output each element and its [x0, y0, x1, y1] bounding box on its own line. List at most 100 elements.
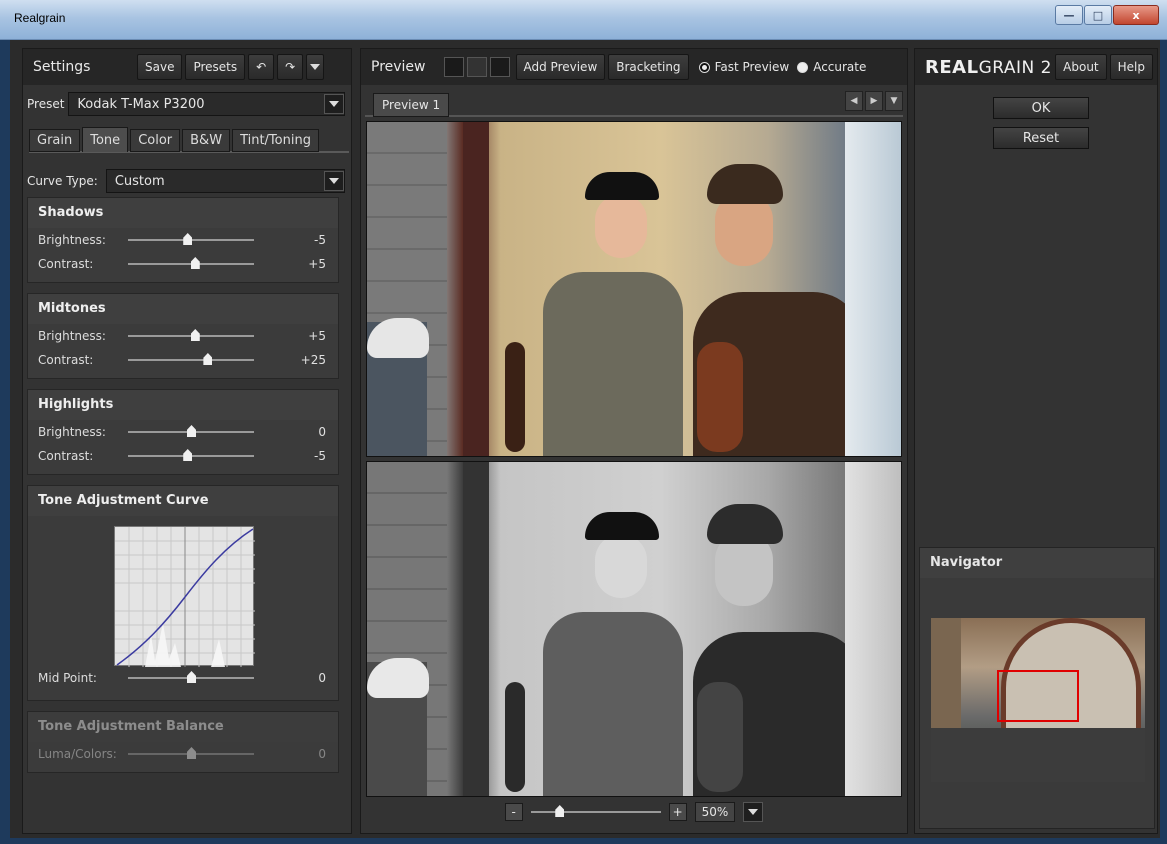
slider-value: +25: [300, 353, 326, 367]
accurate-radio[interactable]: Accurate: [797, 60, 866, 74]
midtones-title: Midtones: [28, 294, 338, 324]
preview-header: Preview Add Preview Bracketing Fast Prev…: [361, 49, 907, 85]
shadows-brightness-row: Brightness: -5: [28, 228, 338, 252]
tab-preview-1[interactable]: Preview 1: [373, 93, 450, 117]
midtones-brightness-slider[interactable]: [128, 329, 254, 341]
chevron-down-icon[interactable]: ▼: [885, 91, 903, 111]
add-preview-button[interactable]: Add Preview: [515, 54, 606, 80]
close-button[interactable]: x: [1113, 5, 1159, 25]
reset-button[interactable]: Reset: [993, 127, 1089, 149]
slider-value: 0: [318, 747, 326, 761]
slider-thumb[interactable]: [183, 449, 193, 461]
settings-panel: Settings Save Presets ↶ ↷ Preset Kodak T…: [22, 48, 352, 834]
luma-colors-slider[interactable]: [128, 747, 254, 759]
chevron-down-icon[interactable]: [324, 171, 344, 191]
settings-menu-button[interactable]: [306, 54, 325, 80]
settings-title: Settings: [33, 59, 91, 75]
slider-value: 0: [318, 425, 326, 439]
app-header: REALGRAIN 2 About Help: [915, 49, 1157, 85]
logo-text-grain: GRAIN: [978, 57, 1035, 78]
chevron-down-icon[interactable]: [324, 94, 344, 114]
slider-thumb[interactable]: [190, 329, 200, 341]
radio-icon: [797, 61, 809, 73]
luma-colors-row: Luma/Colors: 0: [28, 742, 338, 766]
settings-header: Settings Save Presets ↶ ↷: [23, 49, 351, 85]
preview-title: Preview: [371, 59, 426, 75]
color-preview-image[interactable]: [366, 121, 902, 457]
slider-label: Contrast:: [38, 257, 94, 271]
split-horizontal-view-icon[interactable]: [466, 57, 487, 77]
slider-label: Contrast:: [38, 353, 94, 367]
save-button[interactable]: Save: [137, 54, 183, 80]
chevron-left-icon[interactable]: ◀: [845, 91, 863, 111]
window-title: Realgrain: [14, 11, 66, 25]
tab-color[interactable]: Color: [130, 129, 181, 152]
redo-button[interactable]: ↷: [277, 54, 304, 80]
shadows-contrast-slider[interactable]: [128, 257, 254, 269]
bw-preview-image[interactable]: [366, 461, 902, 797]
fast-preview-radio[interactable]: Fast Preview: [698, 60, 790, 74]
highlights-brightness-slider[interactable]: [128, 425, 254, 437]
preset-label: Preset: [27, 97, 65, 111]
tab-bw[interactable]: B&W: [182, 129, 231, 152]
bracketing-button[interactable]: Bracketing: [608, 54, 689, 80]
slider-label: Brightness:: [38, 425, 106, 439]
slider-thumb[interactable]: [555, 805, 565, 817]
zoom-slider[interactable]: [530, 805, 661, 817]
shadows-group: Shadows Brightness: -5 Contrast: +5: [27, 197, 339, 283]
slider-thumb[interactable]: [190, 257, 200, 269]
tone-balance-title: Tone Adjustment Balance: [28, 712, 338, 742]
split-vertical-view-icon[interactable]: [489, 57, 510, 77]
slider-thumb[interactable]: [187, 671, 196, 683]
app-frame: Settings Save Presets ↶ ↷ Preset Kodak T…: [10, 40, 1160, 838]
ok-button[interactable]: OK: [993, 97, 1089, 119]
tone-curve-graph[interactable]: [114, 526, 255, 667]
tab-grain[interactable]: Grain: [29, 129, 81, 152]
chevron-down-icon[interactable]: [743, 802, 764, 822]
midtones-group: Midtones Brightness: +5 Contrast: +25: [27, 293, 339, 379]
fast-preview-label: Fast Preview: [714, 60, 790, 74]
tone-curve-svg: [115, 527, 255, 667]
chevron-right-icon[interactable]: ▶: [865, 91, 883, 111]
zoom-value[interactable]: 50%: [694, 802, 736, 822]
slider-thumb[interactable]: [203, 353, 213, 365]
tab-tint-toning[interactable]: Tint/Toning: [232, 129, 319, 152]
preset-value: Kodak T-Max P3200: [77, 96, 205, 112]
maximize-button[interactable]: □: [1084, 5, 1112, 25]
minimize-button[interactable]: —: [1055, 5, 1083, 25]
highlights-contrast-slider[interactable]: [128, 449, 254, 461]
navigator-title: Navigator: [920, 548, 1154, 578]
logo-version: 2: [1040, 57, 1052, 78]
preset-select[interactable]: Kodak T-Max P3200: [68, 92, 345, 116]
preview-tab-bar: Preview 1 ◀ ▶ ▼: [365, 89, 903, 117]
slider-label: Brightness:: [38, 233, 106, 247]
slider-label: Brightness:: [38, 329, 106, 343]
help-button[interactable]: Help: [1109, 54, 1153, 80]
realgrain-logo: REALGRAIN 2: [915, 57, 1052, 78]
radio-selected-icon: [698, 61, 710, 73]
zoom-in-button[interactable]: +: [668, 803, 687, 821]
shadows-brightness-slider[interactable]: [128, 233, 254, 245]
window-controls: — □ x: [1055, 5, 1159, 25]
undo-button[interactable]: ↶: [248, 54, 275, 80]
preset-row: Preset Kodak T-Max P3200: [27, 91, 345, 117]
curve-type-select[interactable]: Custom: [105, 169, 345, 193]
presets-button[interactable]: Presets: [185, 54, 246, 80]
navigator-thumbnail[interactable]: [931, 618, 1145, 782]
curve-type-row: Curve Type: Custom: [27, 169, 345, 193]
curve-type-label: Curve Type:: [27, 174, 98, 188]
zoom-out-button[interactable]: -: [504, 803, 523, 821]
preview-tab-nav: ◀ ▶ ▼: [845, 91, 903, 111]
slider-value: -5: [314, 233, 326, 247]
navigator-viewport-rect[interactable]: [997, 670, 1079, 722]
about-button[interactable]: About: [1055, 54, 1107, 80]
logo-text-real: REAL: [925, 56, 979, 78]
midtones-contrast-slider[interactable]: [128, 353, 254, 365]
slider-thumb[interactable]: [183, 233, 193, 245]
mid-point-slider[interactable]: [128, 671, 254, 683]
tab-tone[interactable]: Tone: [82, 127, 129, 152]
slider-label: Luma/Colors:: [38, 747, 117, 761]
slider-thumb[interactable]: [187, 747, 196, 759]
slider-thumb[interactable]: [187, 425, 196, 437]
single-view-icon[interactable]: [443, 57, 464, 77]
